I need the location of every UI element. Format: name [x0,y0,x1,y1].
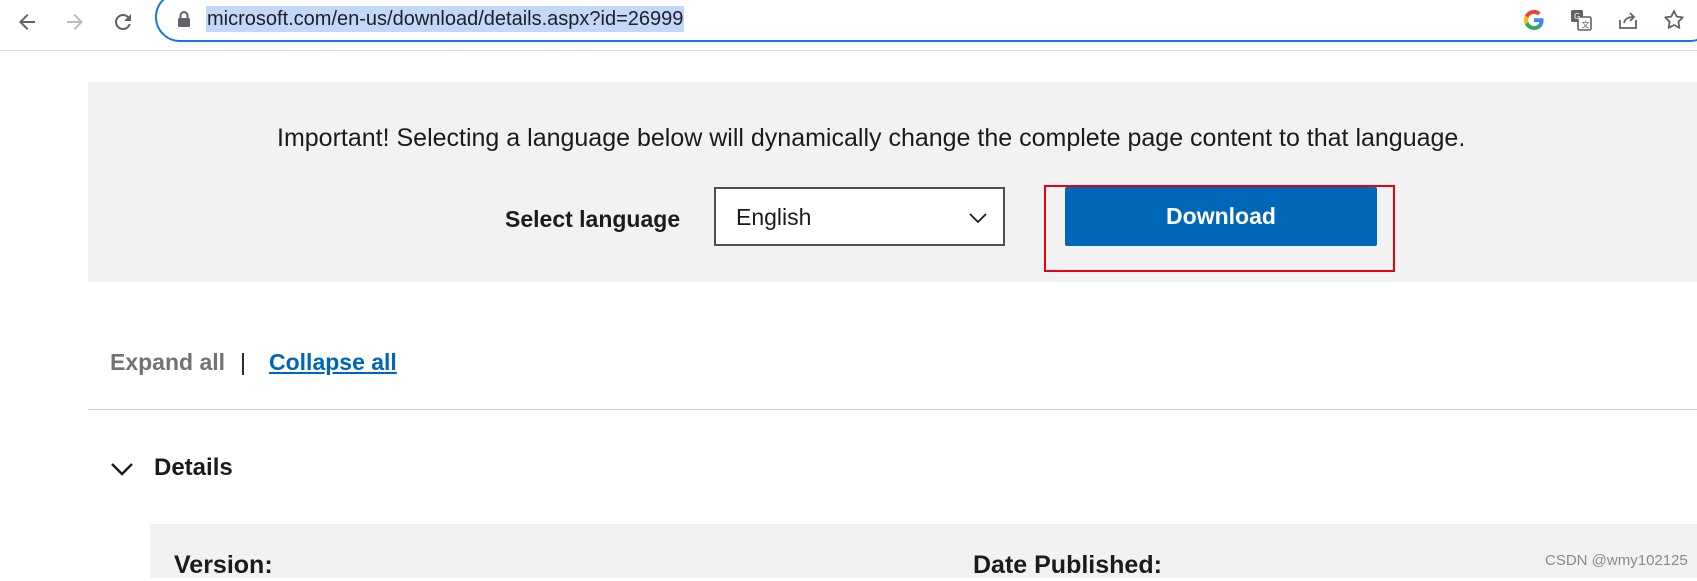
details-panel [150,524,1697,578]
divider [88,409,1697,410]
back-icon [19,14,35,30]
forward-button[interactable] [57,4,93,40]
reload-button[interactable] [105,4,141,40]
svg-text:文: 文 [1582,20,1590,30]
date-published-label: Date Published: [973,551,1162,579]
translate-icon: G 文 [1571,10,1592,31]
translate-button[interactable]: G 文 [1567,6,1595,34]
chevron-down-icon [969,213,987,224]
language-notice: Important! Selecting a language below wi… [277,124,1466,152]
bookmark-button[interactable] [1660,6,1688,34]
forward-icon [67,14,83,30]
share-button[interactable] [1614,6,1642,34]
reload-icon [115,14,131,30]
svg-text:G: G [1574,12,1580,21]
share-icon [1619,12,1637,29]
download-button[interactable]: Download [1065,187,1377,246]
expand-all-link[interactable]: Expand all [110,347,225,377]
language-banner [88,82,1697,282]
link-separator: | [240,349,246,375]
bookmark-star-icon [1664,10,1684,29]
select-language-label: Select language [505,206,681,232]
google-button[interactable] [1520,6,1548,34]
details-chevron-icon[interactable] [108,455,136,483]
collapse-all-link[interactable]: Collapse all [269,347,397,377]
url-text[interactable]: microsoft.com/en-us/download/details.asp… [206,6,685,32]
language-select[interactable]: English [714,187,1005,246]
selected-language: English [736,204,812,230]
details-heading[interactable]: Details [154,452,233,484]
version-label: Version: [174,551,273,579]
google-icon [1523,9,1544,31]
back-button[interactable] [9,4,45,40]
lock-icon[interactable] [176,10,192,28]
watermark: CSDN @wmy102125 [1545,552,1688,569]
